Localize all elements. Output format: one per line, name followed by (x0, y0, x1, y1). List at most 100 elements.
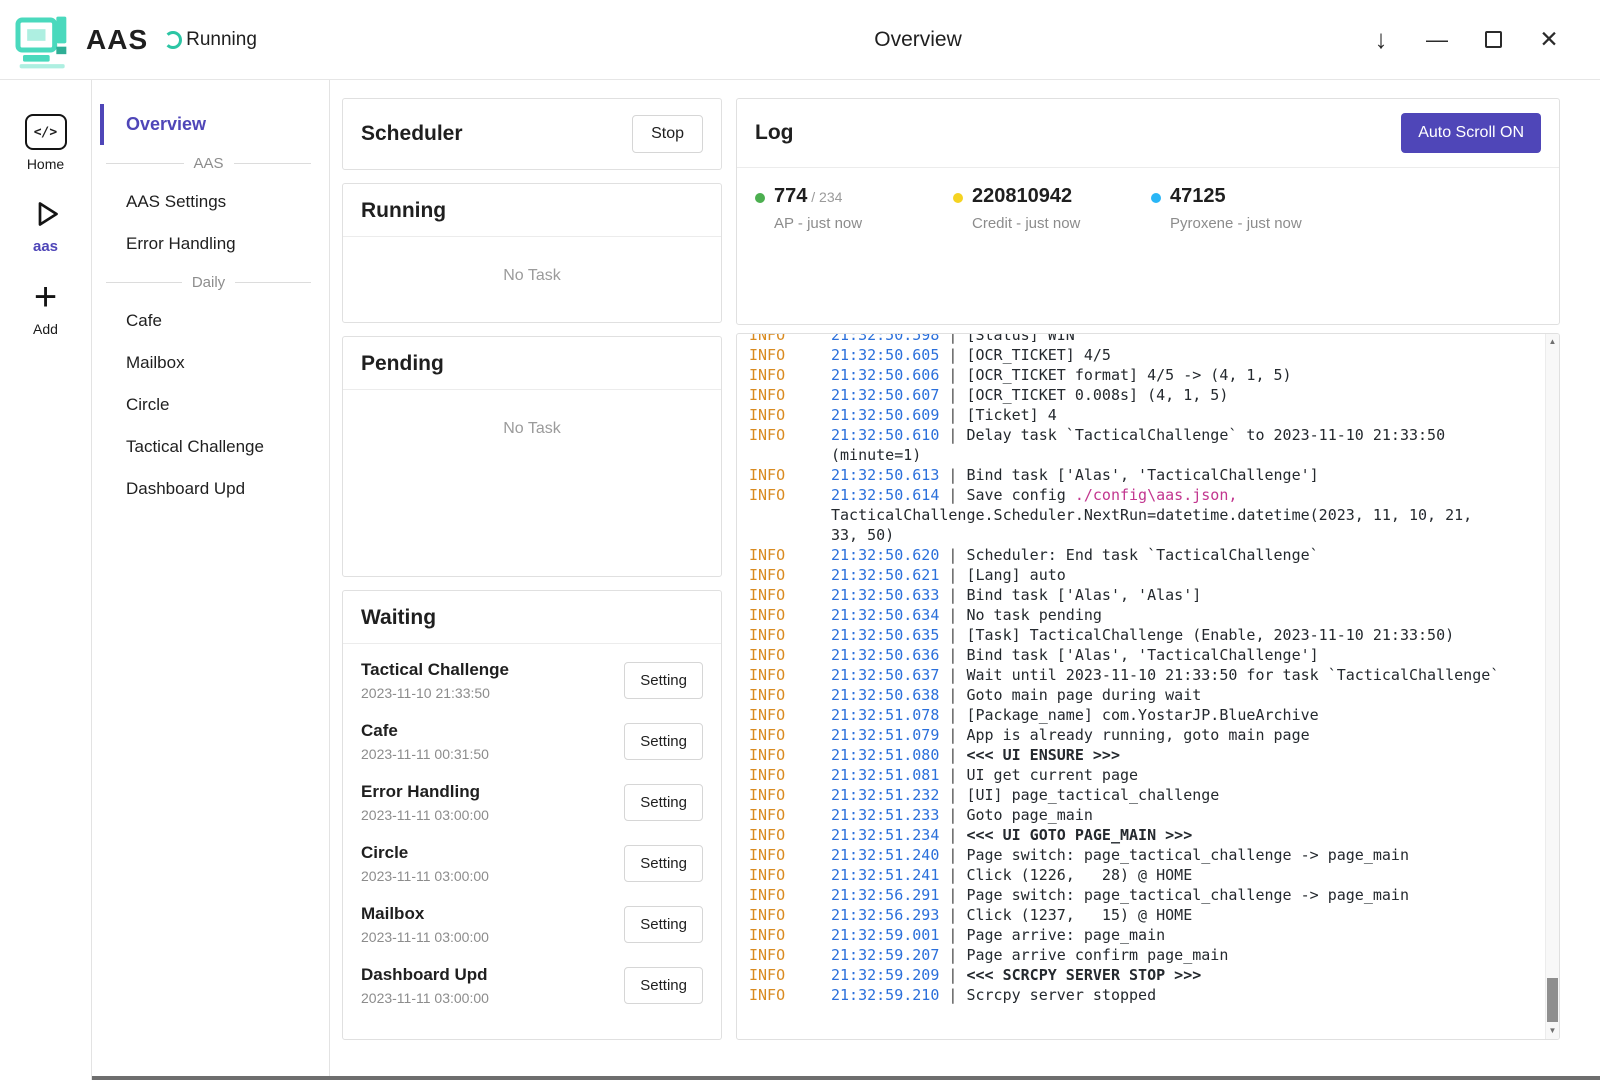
log-line: INFO21:32:50.606 | [OCR_TICKET format] 4… (749, 365, 1539, 385)
log-message: 21:32:59.209 | <<< SCRCPY SERVER STOP >>… (831, 965, 1503, 985)
log-line: INFO21:32:50.621 | [Lang] auto (749, 565, 1539, 585)
log-stat-credit: 220810942Credit - just now (953, 185, 1151, 232)
log-line: INFO21:32:51.232 | [UI] page_tactical_ch… (749, 785, 1539, 805)
setting-button-mailbox[interactable]: Setting (624, 906, 703, 943)
log-line: INFO21:32:50.613 | Bind task ['Alas', 'T… (749, 465, 1539, 485)
log-line: INFO21:32:56.293 | Click (1237, 15) @ HO… (749, 905, 1539, 925)
waiting-task-row-circle: Circle2023-11-11 03:00:00 Setting (343, 833, 721, 894)
auto-scroll-button[interactable]: Auto Scroll ON (1401, 113, 1541, 153)
scheduler-card: Scheduler Stop (342, 98, 722, 170)
sidebar-item-mailbox[interactable]: Mailbox (100, 343, 329, 383)
log-message: 21:32:51.233 | Goto page_main (831, 805, 1503, 825)
sidebar-item-dashboard-upd[interactable]: Dashboard Upd (100, 469, 329, 509)
log-level: INFO (749, 333, 831, 345)
setting-button-circle[interactable]: Setting (624, 845, 703, 882)
log-level: INFO (749, 925, 831, 945)
log-message: 21:32:56.291 | Page switch: page_tactica… (831, 885, 1503, 905)
app-name: AAS (86, 24, 148, 56)
log-card: Log Auto Scroll ON 774 / 234AP - just no… (736, 98, 1560, 325)
close-button[interactable]: ✕ (1526, 17, 1572, 63)
log-line: INFO21:32:50.614 | Save config ./config\… (749, 485, 1539, 545)
log-line: INFO21:32:59.209 | <<< SCRCPY SERVER STO… (749, 965, 1539, 985)
log-line: INFO21:32:50.607 | [OCR_TICKET 0.008s] (… (749, 385, 1539, 405)
log-level: INFO (749, 705, 831, 725)
sidebar-section-daily: Daily (106, 274, 311, 291)
log-message: 21:32:50.613 | Bind task ['Alas', 'Tacti… (831, 465, 1503, 485)
log-line: INFO21:32:51.080 | <<< UI ENSURE >>> (749, 745, 1539, 765)
scheduler-column: Scheduler Stop Running No Task Pending N… (342, 98, 722, 1040)
log-level: INFO (749, 965, 831, 985)
log-level: INFO (749, 825, 831, 845)
task-name: Tactical Challenge (361, 660, 509, 680)
task-next-run: 2023-11-11 03:00:00 (361, 929, 489, 945)
log-message: 21:32:50.605 | [OCR_TICKET] 4/5 (831, 345, 1503, 365)
main-content: Scheduler Stop Running No Task Pending N… (330, 80, 1600, 1080)
titlebar: AAS Running Overview ↓ — ✕ (0, 0, 1600, 80)
download-icon[interactable]: ↓ (1358, 17, 1404, 63)
sidebar-item-aas-settings[interactable]: AAS Settings (100, 182, 329, 222)
sidebar-item-circle[interactable]: Circle (100, 385, 329, 425)
horizontal-scrollbar[interactable] (92, 1076, 1600, 1080)
setting-button-error-handling[interactable]: Setting (624, 784, 703, 821)
sidebar: OverviewAASAAS SettingsError HandlingDai… (92, 80, 330, 1080)
task-next-run: 2023-11-10 21:33:50 (361, 685, 509, 701)
log-level: INFO (749, 665, 831, 685)
log-message: 21:32:50.607 | [OCR_TICKET 0.008s] (4, 1… (831, 385, 1503, 405)
stat-suffix: / 234 (807, 189, 842, 205)
setting-button-cafe[interactable]: Setting (624, 723, 703, 760)
scroll-down-icon[interactable]: ▼ (1546, 1024, 1559, 1038)
setting-button-dashboard-upd[interactable]: Setting (624, 967, 703, 1004)
log-line: INFO21:32:51.081 | UI get current page (749, 765, 1539, 785)
log-title: Log (755, 121, 793, 145)
log-output[interactable]: INFO21:32:50.598 | [Status] WININFO21:32… (736, 333, 1560, 1040)
stop-button[interactable]: Stop (632, 115, 703, 153)
running-empty-text: No Task (343, 237, 721, 285)
log-message: 21:32:51.232 | [UI] page_tactical_challe… (831, 785, 1503, 805)
app-logo-icon (12, 9, 74, 71)
running-title: Running (343, 184, 721, 237)
sidebar-item-tactical-challenge[interactable]: Tactical Challenge (100, 427, 329, 467)
app-body: </> Home aas + Add OverviewAASAAS Settin… (0, 80, 1600, 1080)
log-level: INFO (749, 545, 831, 565)
log-level: INFO (749, 725, 831, 745)
rail-item-home[interactable]: </> Home (0, 102, 91, 184)
waiting-task-list: Tactical Challenge 2023-11-10 21:33:50 Set… (343, 644, 721, 1022)
setting-button-tactical-challenge[interactable]: Setting (624, 662, 703, 699)
stat-dot-icon (755, 193, 765, 203)
running-card: Running No Task (342, 183, 722, 323)
log-stat-ap: 774 / 234AP - just now (755, 185, 953, 232)
task-name: Circle (361, 843, 489, 863)
scroll-up-icon[interactable]: ▲ (1546, 335, 1559, 349)
sidebar-item-cafe[interactable]: Cafe (100, 301, 329, 341)
scrollbar-thumb[interactable] (1547, 978, 1558, 1022)
sidebar-item-overview[interactable]: Overview (100, 104, 329, 145)
log-level: INFO (749, 645, 831, 665)
log-message: 21:32:50.635 | [Task] TacticalChallenge … (831, 625, 1503, 645)
rail-item-aas[interactable]: aas (0, 184, 91, 267)
rail-item-add[interactable]: + Add (0, 267, 91, 349)
log-line: INFO21:32:59.210 | Scrcpy server stopped (749, 985, 1539, 1005)
rail-item-label: Add (33, 321, 58, 337)
log-message: 21:32:50.636 | Bind task ['Alas', 'Tacti… (831, 645, 1503, 665)
waiting-task-row-tactical-challenge: Tactical Challenge 2023-11-10 21:33:50 Set… (343, 650, 721, 711)
log-line: INFO21:32:50.605 | [OCR_TICKET] 4/5 (749, 345, 1539, 365)
stat-dot-icon (953, 193, 963, 203)
task-info: Circle2023-11-11 03:00:00 (361, 843, 489, 884)
log-message: 21:32:50.634 | No task pending (831, 605, 1503, 625)
log-message: 21:32:50.620 | Scheduler: End task `Tact… (831, 545, 1503, 565)
maximize-button[interactable] (1470, 17, 1516, 63)
log-scrollbar[interactable]: ▲ ▼ (1545, 334, 1559, 1039)
log-line: INFO21:32:51.241 | Click (1226, 28) @ HO… (749, 865, 1539, 885)
status-text: Running (186, 29, 257, 51)
sidebar-item-error-handling[interactable]: Error Handling (100, 224, 329, 264)
running-spinner-icon (164, 31, 182, 49)
play-icon (28, 196, 64, 232)
log-level: INFO (749, 745, 831, 765)
minimize-button[interactable]: — (1414, 17, 1460, 63)
log-line: INFO21:32:50.598 | [Status] WIN (749, 333, 1539, 345)
pending-title: Pending (343, 337, 721, 390)
log-message: 21:32:50.638 | Goto main page during wai… (831, 685, 1503, 705)
task-info: Tactical Challenge 2023-11-10 21:33:50 (361, 660, 509, 701)
log-message: 21:32:59.207 | Page arrive confirm page_… (831, 945, 1503, 965)
task-name: Mailbox (361, 904, 489, 924)
